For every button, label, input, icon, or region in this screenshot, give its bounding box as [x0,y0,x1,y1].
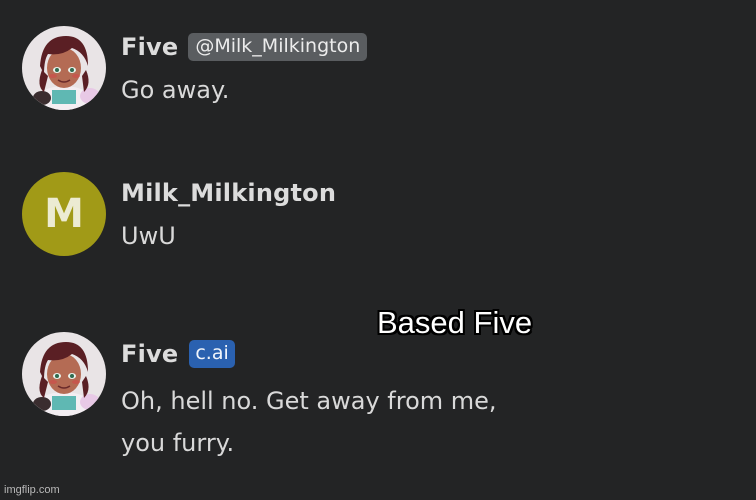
message-text: Go away. [121,69,229,111]
anime-character-avatar-icon [22,332,106,416]
author-name[interactable]: Five [121,340,178,368]
cai-badge: c.ai [189,340,235,368]
username-tag[interactable]: @Milk_Milkington [188,33,368,61]
message-line: you furry. [121,429,235,457]
meme-caption: Based Five [377,305,533,340]
message-text: UwU [121,215,176,257]
milk-milkington-avatar[interactable]: M [22,172,106,256]
message-line: Oh, hell no. Get away from me, [121,387,497,415]
anime-character-avatar-icon [22,26,106,110]
message-header: Five c.ai [121,340,235,368]
message-text: Oh, hell no. Get away from me, you furry… [121,380,497,464]
five-avatar[interactable] [22,26,106,110]
message-header: Milk_Milkington [121,179,336,207]
author-name[interactable]: Five [121,33,178,61]
author-name[interactable]: Milk_Milkington [121,179,336,207]
message-header: Five @Milk_Milkington [121,33,368,61]
five-avatar[interactable] [22,332,106,416]
message-line: UwU [121,222,176,250]
imgflip-watermark: imgflip.com [4,484,60,496]
message-line: Go away. [121,76,230,104]
avatar-letter: M [44,191,84,237]
